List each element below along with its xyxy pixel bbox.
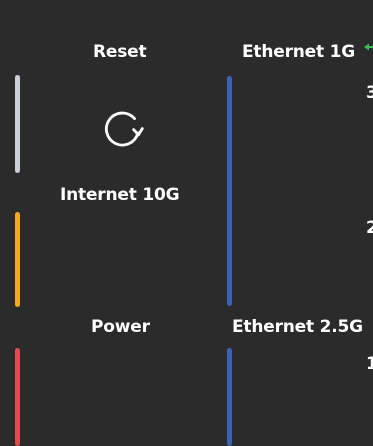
internet-10g-label: Internet 10G <box>60 185 180 205</box>
reset-status-led <box>15 75 20 173</box>
ethernet-1g-label: Ethernet 1G <box>242 42 356 62</box>
port-number-2: 2 <box>366 218 373 238</box>
reset-label: Reset <box>93 42 147 62</box>
rotate-clockwise-icon <box>104 111 144 147</box>
internet-status-led <box>15 212 20 307</box>
link-arrow-icon <box>364 43 373 51</box>
port-number-1: 1 <box>366 354 373 374</box>
power-status-led <box>15 348 20 446</box>
port-number-3: 3 <box>366 83 373 103</box>
port-status-panel: { "labels": { "reset": "Reset", "interne… <box>0 0 373 446</box>
power-label: Power <box>91 317 150 337</box>
ethernet-1g-link-bar <box>227 76 232 306</box>
ethernet-2-5g-label: Ethernet 2.5G <box>232 317 363 337</box>
ethernet-2-5g-link-bar <box>227 348 232 446</box>
reset-button[interactable] <box>97 101 149 153</box>
